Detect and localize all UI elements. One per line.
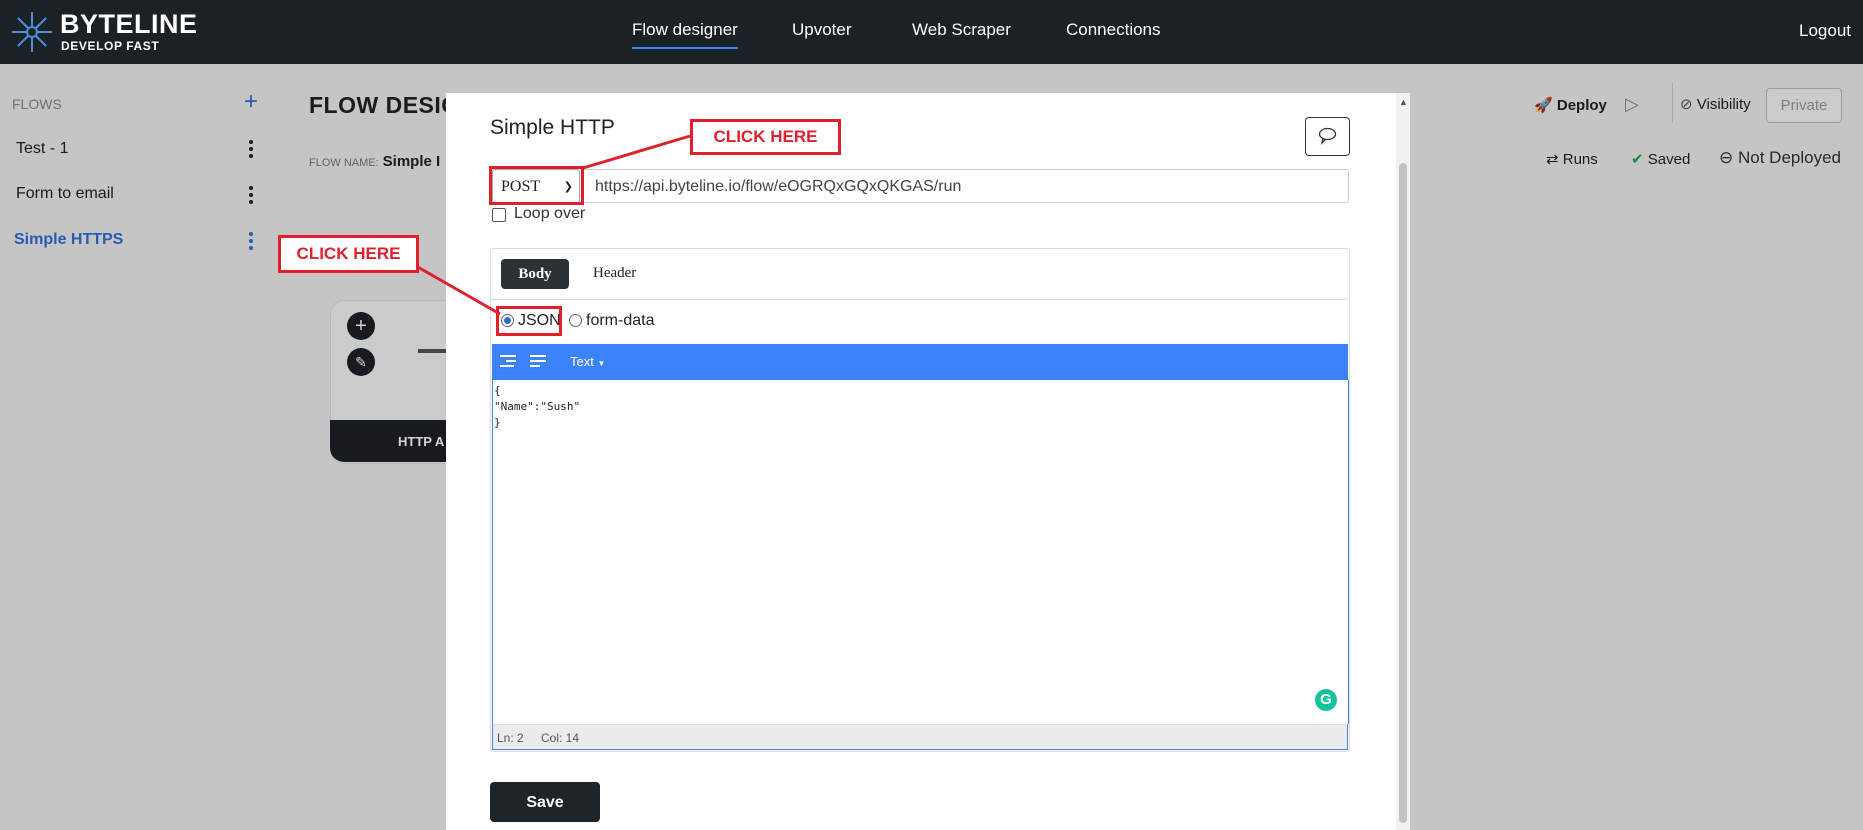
line-number: Ln: 2 <box>497 731 524 745</box>
modal-title: Simple HTTP <box>490 116 615 139</box>
form-data-radio[interactable] <box>569 314 582 327</box>
nav-flow-designer[interactable]: Flow designer <box>632 20 738 49</box>
editor-mode-label: Text <box>570 354 594 369</box>
code-content[interactable]: { "Name":"Sush"} <box>494 383 580 431</box>
top-navigation-bar: BYTELINE DEVELOP FAST Flow designer Upvo… <box>0 0 1863 64</box>
format-align-icon[interactable] <box>500 355 516 370</box>
editor-toolbar: Text ▼ <box>492 344 1348 380</box>
json-highlight-box <box>496 306 562 336</box>
nav-web-scraper[interactable]: Web Scraper <box>912 20 1011 40</box>
save-button[interactable]: Save <box>490 782 600 822</box>
click-here-callout-2: CLICK HERE <box>278 235 419 273</box>
comment-button[interactable] <box>1305 117 1350 156</box>
loop-over-label: Loop over <box>514 205 586 222</box>
modal-scrollbar[interactable]: ▲ <box>1396 93 1410 830</box>
brand-tagline: DEVELOP FAST <box>61 39 160 53</box>
click-here-callout-1: CLICK HERE <box>690 119 841 155</box>
compact-align-icon[interactable] <box>530 355 546 370</box>
nav-connections[interactable]: Connections <box>1066 20 1161 40</box>
tab-header[interactable]: Header <box>593 265 636 282</box>
loop-over-checkbox[interactable] <box>492 208 506 222</box>
code-line: { <box>494 384 501 397</box>
code-line: "Name":"Sush" <box>494 400 581 413</box>
form-data-radio-label: form-data <box>586 312 655 329</box>
byteline-logo-icon <box>12 12 52 52</box>
url-input[interactable]: https://api.byteline.io/flow/eOGRQxGQxQK… <box>582 169 1349 203</box>
editor-mode-dropdown[interactable]: Text ▼ <box>570 354 605 369</box>
nav-upvoter[interactable]: Upvoter <box>792 20 852 40</box>
column-number: Col: 14 <box>541 731 580 745</box>
scrollbar-thumb[interactable] <box>1399 163 1407 823</box>
brand-name: BYTELINE <box>60 9 198 39</box>
tab-body[interactable]: Body <box>501 259 569 289</box>
code-line: } <box>494 416 501 429</box>
json-editor[interactable] <box>492 380 1349 724</box>
method-highlight-box <box>489 166 584 205</box>
tabs-divider <box>491 299 1348 300</box>
scroll-up-icon[interactable]: ▲ <box>1399 97 1408 107</box>
editor-status-bar: Ln: 2 Col: 14 <box>492 724 1348 750</box>
grammarly-icon[interactable]: G <box>1315 689 1337 711</box>
speech-bubble-icon <box>1318 127 1337 145</box>
caret-down-icon: ▼ <box>597 359 606 368</box>
logout-link[interactable]: Logout <box>1799 21 1851 41</box>
